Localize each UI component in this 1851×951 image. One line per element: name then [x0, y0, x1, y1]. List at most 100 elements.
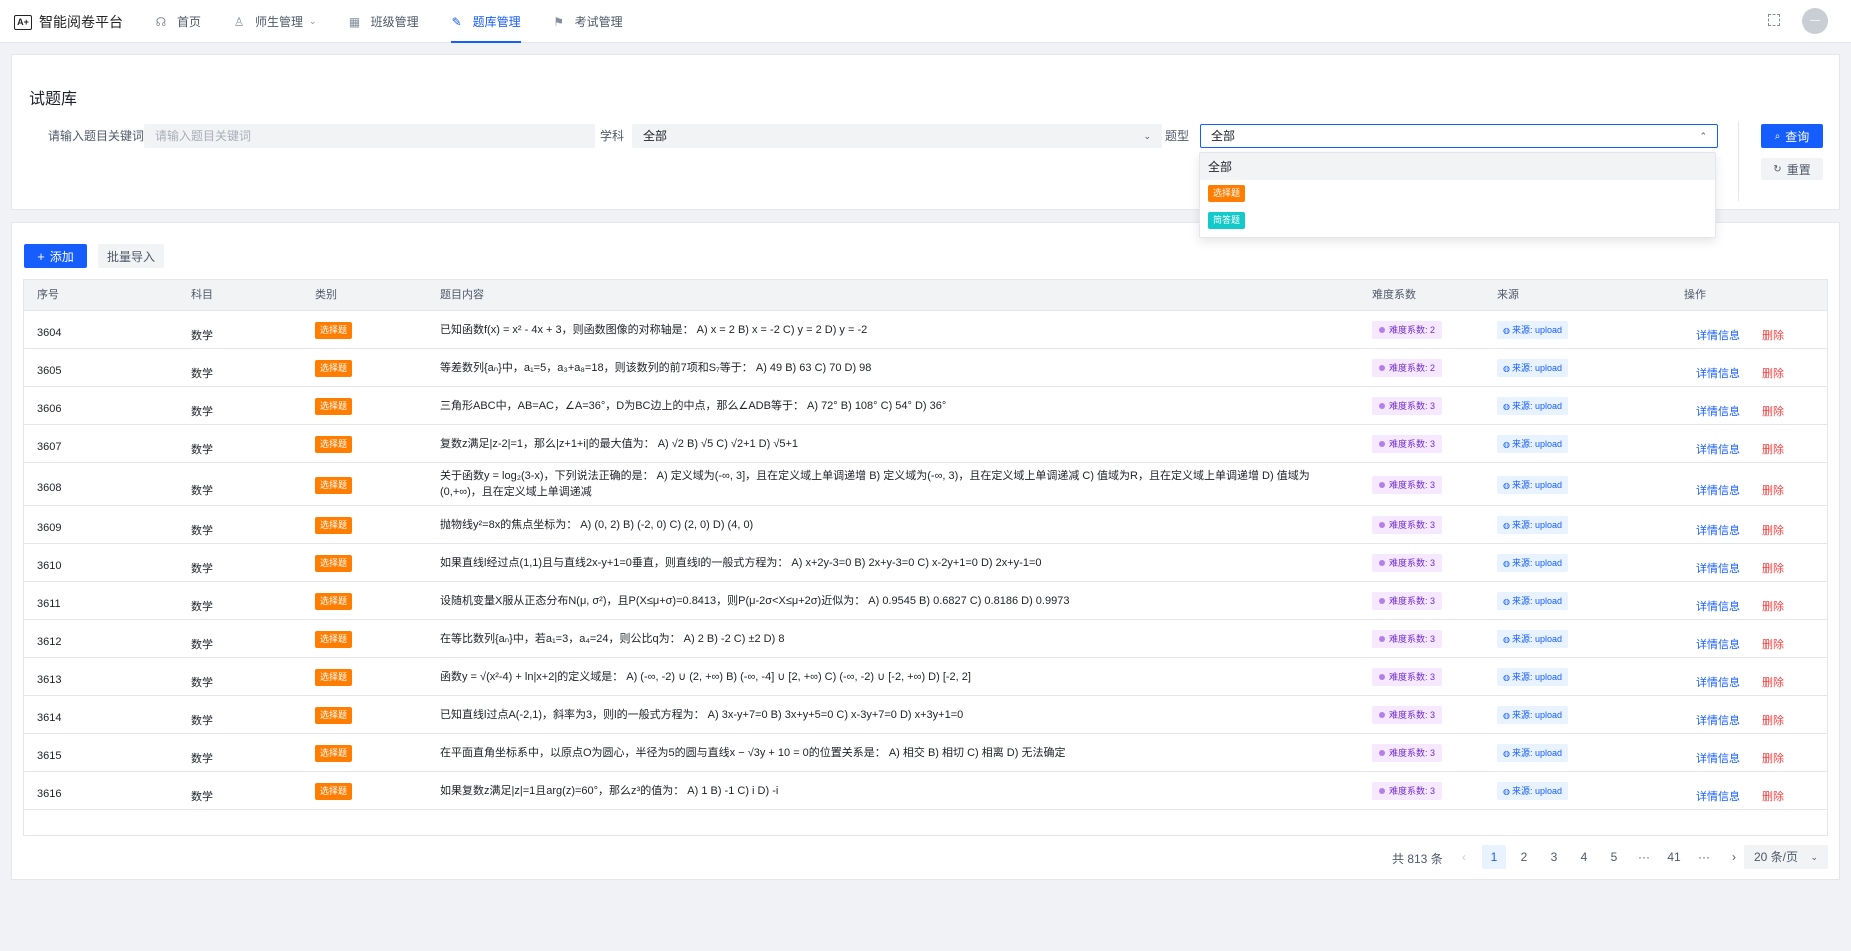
detail-link[interactable]: 详情信息 [1696, 365, 1740, 381]
difficulty-tag: 难度系数: 3 [1372, 592, 1443, 610]
delete-link[interactable]: 删除 [1762, 636, 1784, 652]
page-size-select[interactable]: 20 条/页 ⌄ [1744, 845, 1828, 869]
type-select-value: 全部 [1211, 129, 1236, 143]
fullscreen-icon[interactable] [1768, 14, 1780, 26]
delete-link[interactable]: 删除 [1762, 365, 1784, 381]
detail-link[interactable]: 详情信息 [1696, 750, 1740, 766]
type-select[interactable]: 全部 ⌃ [1200, 124, 1718, 148]
app-logo[interactable]: A+ 智能阅卷平台 [14, 12, 123, 32]
nav-question-bank-icon: ✎ [451, 14, 462, 29]
delete-link[interactable]: 删除 [1762, 788, 1784, 804]
nav-exam-label: 考试管理 [574, 15, 623, 29]
table-row: 3607 数学 选择题 复数z满足|z-2|=1，那么|z+1+i|的最大值为： A)… [24, 425, 1827, 463]
delete-link[interactable]: 删除 [1762, 327, 1784, 343]
source-label: 来源: upload [1511, 439, 1563, 449]
detail-link[interactable]: 详情信息 [1696, 598, 1740, 614]
difficulty-label: 难度系数: 3 [1389, 710, 1436, 720]
keyword-input[interactable]: 请输入题目关键词 [144, 124, 595, 148]
prev-page-icon[interactable]: ‹ [1452, 845, 1476, 869]
difficulty-tag: 难度系数: 2 [1372, 359, 1443, 377]
detail-link[interactable]: 详情信息 [1696, 560, 1740, 576]
avatar[interactable]: — [1802, 8, 1828, 34]
table-row: 3606 数学 选择题 三角形ABC中，AB=AC，∠A=36°，D为BC边上的中点，… [24, 387, 1827, 425]
question-table-panel: + 添加 批量导入 序号 科目 类别 题目内容 难度系数 来源 操作 3604 数学 选择题 已知… [11, 222, 1840, 880]
page-item[interactable]: 3 [1542, 845, 1566, 869]
next-page-icon[interactable]: › [1722, 845, 1746, 869]
delete-link[interactable]: 删除 [1762, 482, 1784, 498]
plus-icon: + [37, 248, 45, 264]
delete-link[interactable]: 删除 [1762, 522, 1784, 538]
detail-link[interactable]: 详情信息 [1696, 522, 1740, 538]
delete-link[interactable]: 删除 [1762, 712, 1784, 728]
page-item[interactable]: 2 [1512, 845, 1536, 869]
main-nav: ☊ 首页 ♙ 师生管理 ⌄ ▦ 班级管理 ✎ 题库管理 ⚑ 考试管理 [155, 0, 655, 43]
nav-home[interactable]: ☊ 首页 [155, 0, 201, 43]
top-nav-bar: A+ 智能阅卷平台 ☊ 首页 ♙ 师生管理 ⌄ ▦ 班级管理 ✎ 题库管理 ⚑ 考试管理 — [0, 0, 1851, 43]
page-item[interactable]: 1 [1482, 845, 1506, 869]
detail-link[interactable]: 详情信息 [1696, 482, 1740, 498]
row-subject: 数学 [191, 367, 213, 380]
page-item[interactable]: ··· [1632, 845, 1656, 869]
subject-select-value: 全部 [643, 129, 668, 143]
row-type-tag: 选择题 [315, 435, 353, 453]
reset-button[interactable]: ↻ 重置 [1761, 158, 1823, 180]
delete-link[interactable]: 删除 [1762, 441, 1784, 457]
add-button[interactable]: + 添加 [24, 244, 87, 268]
source-tag: ◍ 来源: upload [1497, 516, 1569, 534]
type-option[interactable]: 全部 [1200, 153, 1715, 180]
globe-icon: ◍ [1503, 787, 1510, 796]
page-item[interactable]: 4 [1572, 845, 1596, 869]
nav-question-bank[interactable]: ✎ 题库管理 [450, 0, 521, 43]
detail-link[interactable]: 详情信息 [1696, 441, 1740, 457]
detail-link[interactable]: 详情信息 [1696, 788, 1740, 804]
globe-icon: ◍ [1503, 673, 1510, 682]
delete-link[interactable]: 删除 [1762, 674, 1784, 690]
detail-link[interactable]: 详情信息 [1696, 712, 1740, 728]
row-content: 如果复数z满足|z|=1且arg(z)=60°，那么z³的值为： A) 1 B)… [440, 785, 779, 797]
table-body: 3604 数学 选择题 已知函数f(x) = x² - 4x + 3，则函数图像的对称… [24, 311, 1827, 810]
page-item[interactable]: 5 [1602, 845, 1626, 869]
nav-class[interactable]: ▦ 班级管理 [349, 0, 419, 43]
table-row: 3616 数学 选择题 如果复数z满足|z|=1且arg(z)=60°，那么z³的值为… [24, 772, 1827, 810]
delete-link[interactable]: 删除 [1762, 403, 1784, 419]
table-row: 3615 数学 选择题 在平面直角坐标系中，以原点O为圆心，半径为5的圆与直线x − … [24, 734, 1827, 772]
batch-import-button[interactable]: 批量导入 [98, 244, 164, 268]
globe-icon: ◍ [1503, 521, 1510, 530]
delete-link[interactable]: 删除 [1762, 560, 1784, 576]
delete-link[interactable]: 删除 [1762, 598, 1784, 614]
row-type-tag: 选择题 [315, 397, 353, 415]
add-button-label: 添加 [49, 249, 74, 264]
source-label: 来源: upload [1511, 634, 1563, 644]
page-title: 试题库 [29, 91, 78, 108]
row-subject: 数学 [191, 752, 213, 765]
type-option[interactable]: 简答题 [1200, 207, 1715, 234]
logo-mark-icon: A+ [14, 14, 32, 30]
delete-link[interactable]: 删除 [1762, 750, 1784, 766]
source-tag: ◍ 来源: upload [1497, 359, 1569, 377]
nav-exam-icon: ⚑ [553, 14, 564, 29]
difficulty-label: 难度系数: 3 [1389, 439, 1436, 449]
row-content: 三角形ABC中，AB=AC，∠A=36°，D为BC边上的中点，那么∠ADB等于：… [440, 400, 947, 412]
subject-select[interactable]: 全部 ⌄ [632, 124, 1162, 148]
column-header: 科目 [191, 289, 213, 301]
divider [1738, 121, 1739, 201]
detail-link[interactable]: 详情信息 [1696, 327, 1740, 343]
source-label: 来源: upload [1511, 363, 1563, 373]
source-label: 来源: upload [1511, 596, 1563, 606]
row-content: 关于函数y = log₂(3-x)，下列说法正确的是： A) 定义域为(-∞, … [440, 470, 1310, 498]
difficulty-dot-icon [1379, 788, 1385, 794]
detail-link[interactable]: 详情信息 [1696, 636, 1740, 652]
table-row: 3609 数学 选择题 抛物线y²=8x的焦点坐标为： A) (0, 2) B) (-… [24, 506, 1827, 544]
detail-link[interactable]: 详情信息 [1696, 674, 1740, 690]
row-subject: 数学 [191, 714, 213, 727]
page-item[interactable]: 41 [1662, 845, 1686, 869]
type-label: 题型 [1165, 129, 1190, 143]
nav-people[interactable]: ♙ 师生管理 ⌄ [233, 0, 317, 43]
difficulty-label: 难度系数: 3 [1389, 748, 1436, 758]
detail-link[interactable]: 详情信息 [1696, 403, 1740, 419]
difficulty-dot-icon [1379, 482, 1385, 488]
page-item[interactable]: ··· [1692, 845, 1716, 869]
type-option[interactable]: 选择题 [1200, 180, 1715, 207]
query-button[interactable]: ⌕ 查询 [1761, 124, 1823, 148]
nav-exam[interactable]: ⚑ 考试管理 [553, 0, 623, 43]
